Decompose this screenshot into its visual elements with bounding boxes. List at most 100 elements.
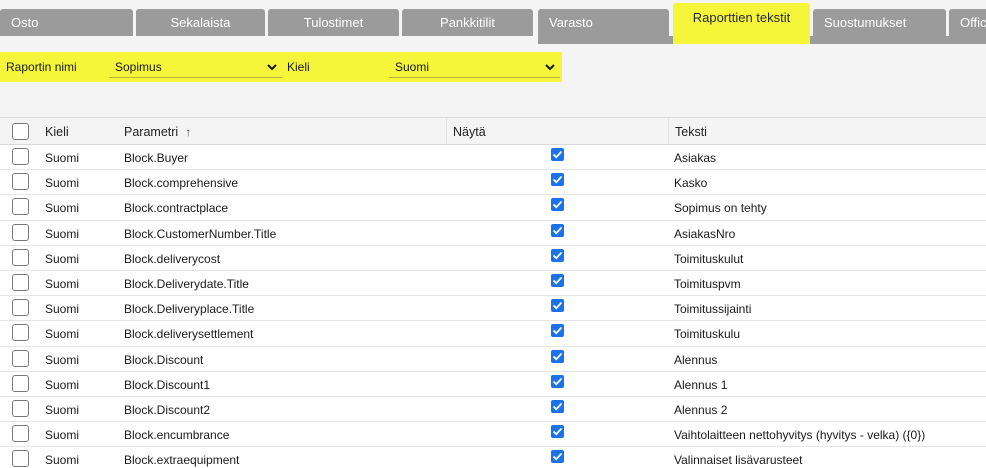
row-select-checkbox[interactable] <box>12 299 29 317</box>
row-select-cell <box>0 195 40 219</box>
tab-pankkitilit[interactable]: Pankkitilit <box>402 9 533 36</box>
row-select-checkbox[interactable] <box>12 425 29 443</box>
table-row[interactable]: Suomi Block.Buyer Asiakas <box>0 145 986 171</box>
language-cell: Suomi <box>40 271 118 295</box>
show-checkbox[interactable] <box>551 198 564 212</box>
language-cell: Suomi <box>40 347 118 371</box>
show-cell <box>446 447 668 468</box>
language-value: Suomi <box>45 402 80 417</box>
show-checkbox[interactable] <box>551 425 564 439</box>
table-row[interactable]: Suomi Block.encumbrance Vaihtolaitteen n… <box>0 422 986 448</box>
parameter-cell: Block.CustomerNumber.Title <box>118 221 446 245</box>
row-select-cell <box>0 447 40 468</box>
table-row[interactable]: Suomi Block.contractplace Sopimus on teh… <box>0 195 986 221</box>
row-select-checkbox[interactable] <box>12 198 29 216</box>
text-cell: Toimitussijainti <box>668 296 986 320</box>
header-show[interactable]: Näytä <box>446 118 668 144</box>
row-select-checkbox[interactable] <box>12 399 29 417</box>
show-checkbox[interactable] <box>551 223 564 237</box>
tab-sekalaista[interactable]: Sekalaista <box>136 9 265 36</box>
language-cell: Suomi <box>40 170 118 194</box>
language-value: Suomi <box>45 352 80 367</box>
header-parameter[interactable]: Parametri ↑ <box>118 118 446 144</box>
show-checkbox[interactable] <box>551 349 564 363</box>
header-select-column <box>0 118 40 144</box>
tab-suostumukset[interactable]: Suostumukset <box>813 9 946 36</box>
row-select-checkbox[interactable] <box>12 349 29 367</box>
show-checkbox[interactable] <box>551 273 564 287</box>
report-name-select[interactable]: Sopimus <box>109 56 282 78</box>
table-row[interactable]: Suomi Block.comprehensive Kasko <box>0 170 986 196</box>
parameter-cell: Block.Buyer <box>118 145 446 169</box>
language-value: Suomi <box>45 201 80 216</box>
text-cell: Sopimus on tehty <box>668 195 986 219</box>
show-checkbox[interactable] <box>551 324 564 338</box>
row-select-checkbox[interactable] <box>12 450 29 468</box>
text-cell: Valinnaiset lisävarusteet <box>668 447 986 468</box>
table-row[interactable]: Suomi Block.Discount Alennus <box>0 347 986 372</box>
table-row[interactable]: Suomi Block.Discount1 Alennus 1 <box>0 372 986 397</box>
parameter-value: Block.encumbrance <box>124 428 230 443</box>
text-value: Toimituskulu <box>674 327 741 342</box>
row-select-checkbox[interactable] <box>12 324 29 342</box>
show-checkbox[interactable] <box>551 173 564 187</box>
show-checkbox[interactable] <box>551 399 564 413</box>
checkmark-icon <box>552 453 563 461</box>
table-row[interactable]: Suomi Block.extraequipment Valinnaiset l… <box>0 447 986 468</box>
show-checkbox[interactable] <box>551 450 564 464</box>
row-select-cell <box>0 221 40 245</box>
row-select-checkbox[interactable] <box>12 374 29 392</box>
show-cell <box>446 271 668 295</box>
table-row[interactable]: Suomi Block.deliverycost Toimituskulut <box>0 246 986 271</box>
text-value: Alennus <box>674 352 718 367</box>
tab-osto[interactable]: Osto <box>0 9 133 36</box>
select-all-checkbox[interactable] <box>12 123 29 140</box>
text-cell: Alennus 1 <box>668 372 986 396</box>
show-cell <box>446 397 668 421</box>
tab-bar: Osto Sekalaista Tulostimet Pankkitilit V… <box>0 0 986 44</box>
row-select-checkbox[interactable] <box>12 173 29 191</box>
language-cell: Suomi <box>40 195 118 219</box>
language-cell: Suomi <box>40 422 118 446</box>
text-value: Alennus 1 <box>674 377 728 392</box>
show-checkbox[interactable] <box>551 299 564 313</box>
header-text[interactable]: Teksti <box>668 118 986 144</box>
parameter-value: Block.contractplace <box>124 201 229 216</box>
show-checkbox[interactable] <box>551 148 564 161</box>
row-select-checkbox[interactable] <box>12 223 29 241</box>
show-cell <box>446 170 668 194</box>
checkmark-icon <box>552 427 563 436</box>
show-checkbox[interactable] <box>551 374 564 388</box>
row-select-cell <box>0 372 40 396</box>
tab-raporttien-tekstit[interactable]: Raporttien tekstit <box>673 3 810 36</box>
report-name-value: Sopimus <box>115 60 162 74</box>
tab-varasto[interactable]: Varasto <box>538 9 669 36</box>
table-row[interactable]: Suomi Block.Discount2 Alennus 2 <box>0 397 986 423</box>
row-select-checkbox[interactable] <box>12 248 29 266</box>
checkmark-icon <box>552 251 563 260</box>
table-row[interactable]: Suomi Block.deliverysettlement Toimitusk… <box>0 321 986 347</box>
language-select[interactable]: Suomi <box>389 56 560 78</box>
language-cell: Suomi <box>40 145 118 169</box>
table-row[interactable]: Suomi Block.Deliverydate.Title Toimitusp… <box>0 271 986 297</box>
language-value: Suomi <box>45 226 80 241</box>
text-value: Valinnaiset lisävarusteet <box>674 453 803 468</box>
parameter-cell: Block.Discount <box>118 347 446 371</box>
row-select-cell <box>0 271 40 295</box>
checkmark-icon <box>552 176 563 184</box>
checkmark-icon <box>552 377 563 386</box>
header-language[interactable]: Kieli <box>40 118 118 144</box>
header-show-label: Näytä <box>453 125 486 139</box>
text-value: Asiakas <box>674 151 717 165</box>
tab-offic[interactable]: Offic <box>949 9 986 36</box>
parameter-cell: Block.contractplace <box>118 195 446 219</box>
show-cell <box>446 195 668 219</box>
tab-tulostimet[interactable]: Tulostimet <box>268 9 399 36</box>
show-cell <box>446 246 668 270</box>
show-checkbox[interactable] <box>551 248 564 262</box>
row-select-checkbox[interactable] <box>12 148 29 165</box>
table-row[interactable]: Suomi Block.CustomerNumber.Title Asiakas… <box>0 221 986 246</box>
row-select-checkbox[interactable] <box>12 273 29 291</box>
table-row[interactable]: Suomi Block.Deliveryplace.Title Toimitus… <box>0 296 986 322</box>
checkmark-icon <box>552 150 563 159</box>
